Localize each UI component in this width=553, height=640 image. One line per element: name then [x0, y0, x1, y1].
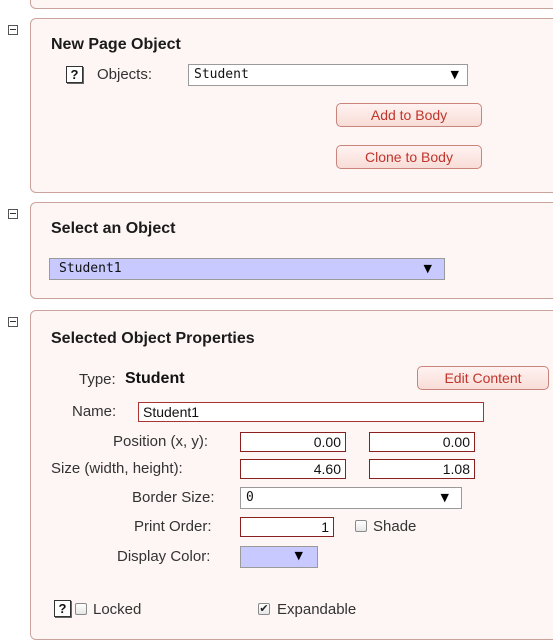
expandable-checkbox[interactable]: ✔	[258, 603, 270, 615]
objects-label: Objects:	[97, 66, 153, 83]
select-object-panel: Select an Object Student1 ▼	[30, 202, 553, 299]
add-to-body-button[interactable]: Add to Body	[336, 103, 482, 127]
new-page-object-panel: New Page Object ? Objects: Student ▼ Add…	[30, 18, 553, 193]
panel-title: Select an Object	[51, 220, 176, 237]
chevron-down-icon: ▼	[294, 549, 303, 562]
collapse-icon[interactable]	[8, 25, 18, 35]
edit-content-button[interactable]: Edit Content	[417, 366, 549, 390]
object-select[interactable]: Student1 ▼	[49, 258, 445, 280]
locked-label: Locked	[93, 601, 142, 618]
position-y-field[interactable]: 0.00	[369, 432, 475, 452]
border-size-value: 0	[246, 490, 254, 505]
help-icon[interactable]: ?	[66, 66, 83, 83]
clone-to-body-button[interactable]: Clone to Body	[336, 145, 482, 169]
chevron-down-icon: ▼	[450, 68, 459, 81]
name-field[interactable]: Student1	[138, 402, 484, 422]
object-select-value: Student1	[59, 261, 122, 276]
object-properties-panel: Selected Object Properties Type: Student…	[30, 310, 553, 640]
position-x-field[interactable]: 0.00	[240, 432, 346, 452]
size-label: Size (width, height):	[51, 460, 183, 477]
shade-checkbox[interactable]	[355, 520, 367, 532]
type-label: Type:	[79, 371, 116, 388]
objects-select-value: Student	[194, 67, 249, 82]
help-icon[interactable]: ?	[54, 600, 71, 617]
collapse-icon[interactable]	[8, 209, 18, 219]
display-color-select[interactable]: ▼	[240, 546, 318, 568]
panel-title: New Page Object	[51, 36, 181, 53]
name-label: Name:	[72, 403, 117, 420]
print-order-label: Print Order:	[134, 518, 212, 535]
border-size-label: Border Size:	[132, 489, 215, 506]
locked-checkbox[interactable]	[75, 603, 87, 615]
size-height-field[interactable]: 1.08	[369, 459, 475, 479]
size-width-field[interactable]: 4.60	[240, 459, 346, 479]
border-size-select[interactable]: 0 ▼	[240, 487, 462, 509]
panel-title: Selected Object Properties	[51, 330, 255, 347]
display-color-label: Display Color:	[117, 548, 211, 565]
collapse-icon[interactable]	[8, 317, 18, 327]
chevron-down-icon: ▼	[423, 262, 432, 275]
objects-select[interactable]: Student ▼	[188, 64, 468, 86]
print-order-field[interactable]: 1	[240, 517, 334, 537]
shade-label: Shade	[373, 518, 417, 535]
chevron-down-icon: ▼	[440, 491, 449, 504]
position-label: Position (x, y):	[113, 433, 209, 450]
type-value: Student	[125, 370, 185, 387]
previous-panel	[30, 0, 553, 9]
expandable-label: Expandable	[277, 601, 357, 618]
